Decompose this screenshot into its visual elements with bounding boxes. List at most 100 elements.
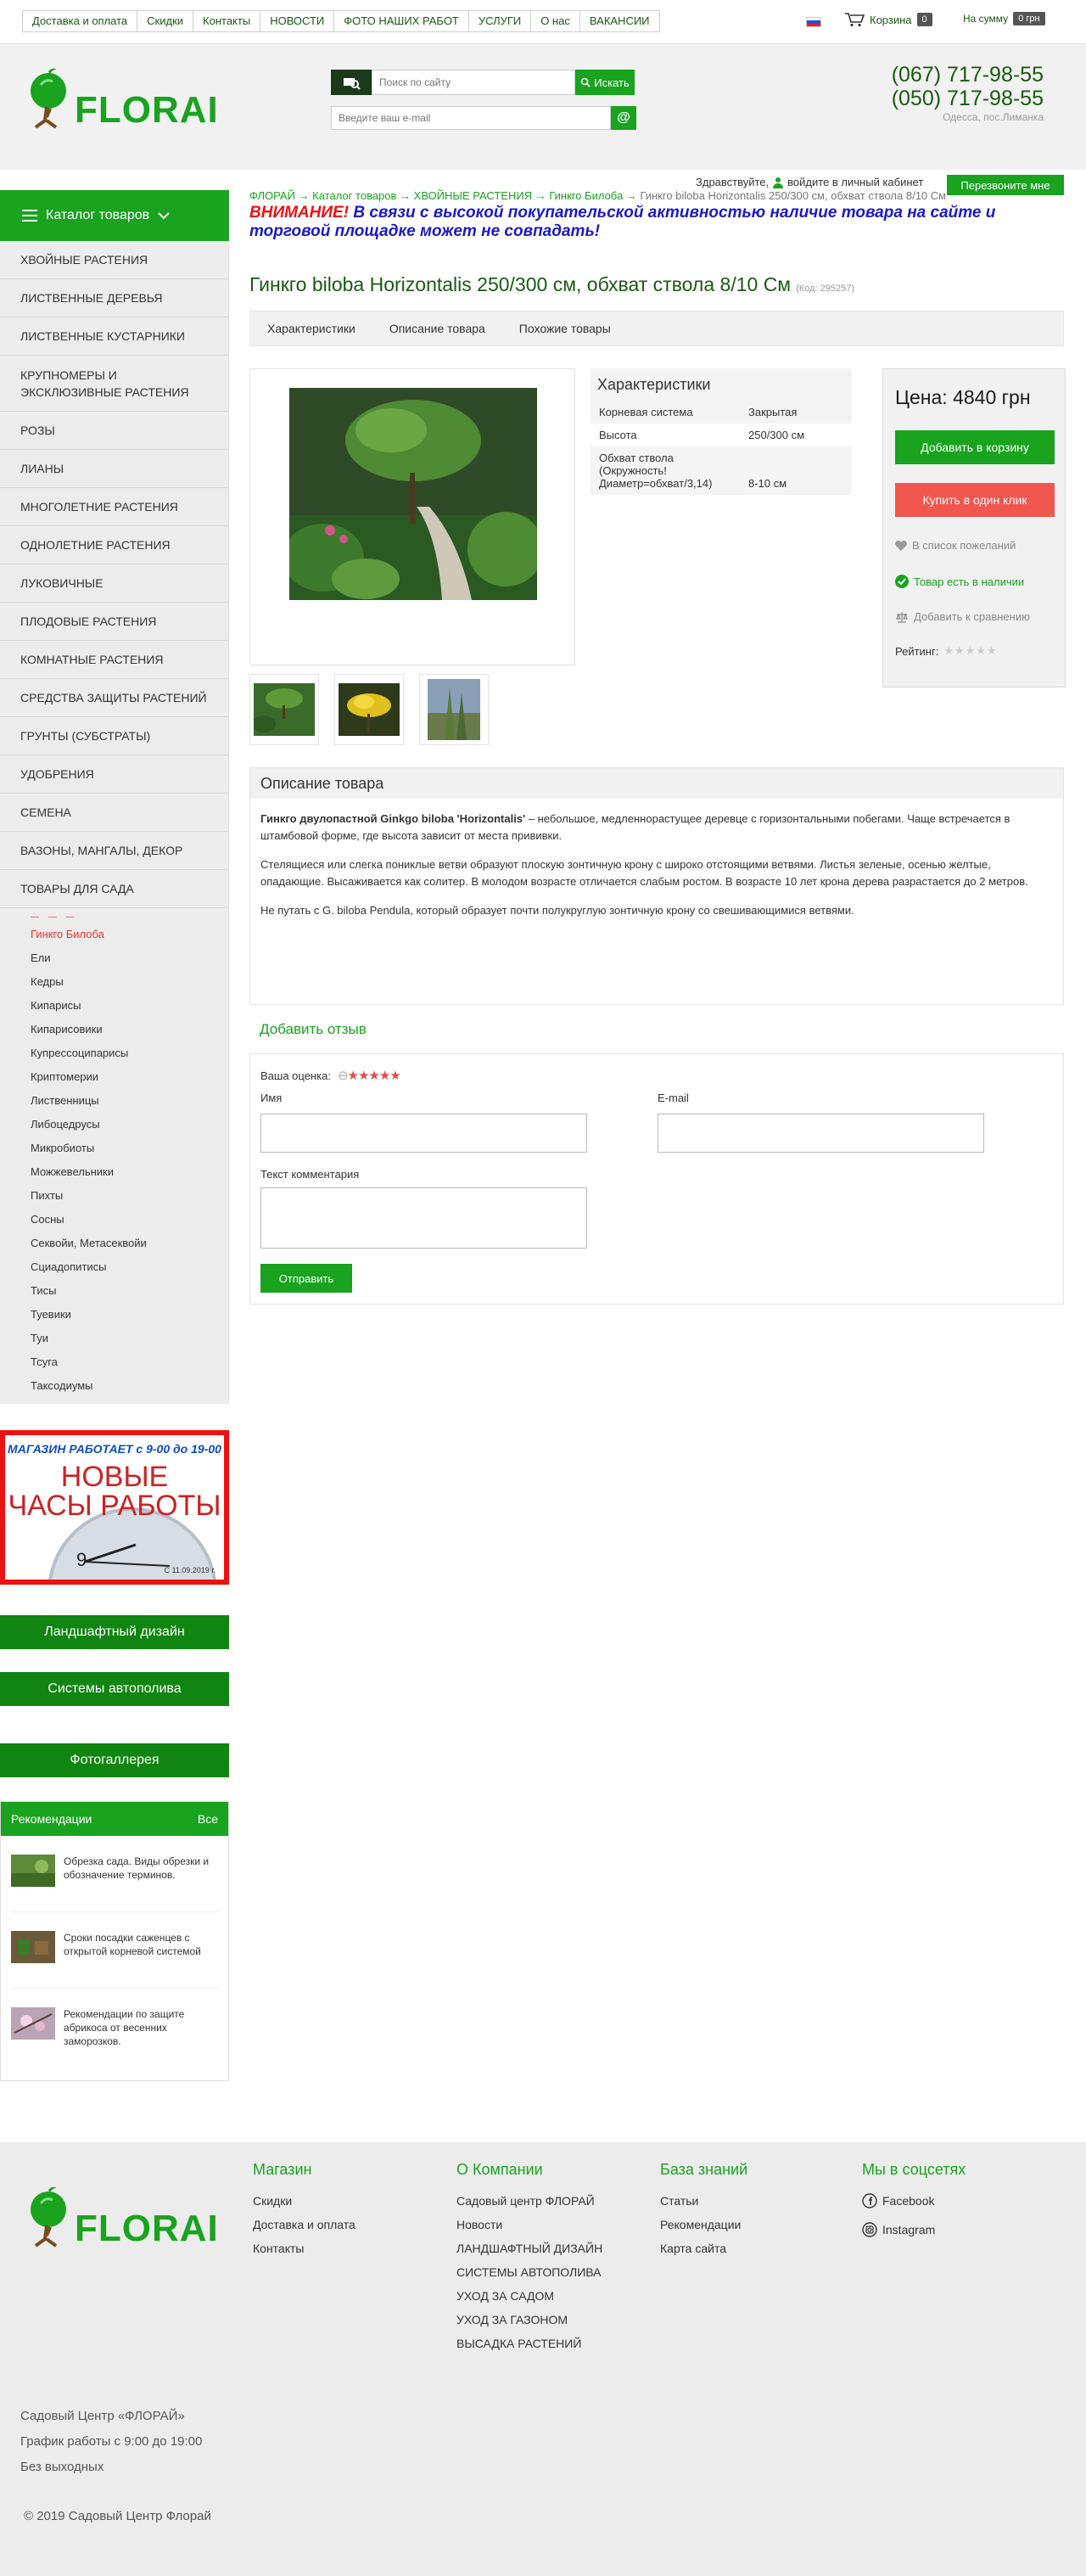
subcategory-item[interactable]: Кедры [0, 969, 228, 993]
footer-link[interactable]: ВЫСАДКА РАСТЕНИЙ [456, 2332, 602, 2355]
category-item[interactable]: Многолетние растения [0, 488, 228, 526]
subcategory-item[interactable]: Туевики [0, 1302, 228, 1326]
language-flag-icon[interactable] [806, 17, 821, 27]
subscribe-button[interactable]: @ [611, 106, 636, 130]
thumbnail[interactable] [334, 674, 404, 745]
email-field[interactable] [331, 106, 611, 130]
recommendation-item[interactable]: Рекомендации по защите абрикоса от весен… [11, 1989, 218, 2065]
add-to-cart-button[interactable]: Добавить в корзину [895, 430, 1055, 464]
thumbnail[interactable] [249, 674, 319, 745]
subcategory-item[interactable]: Туи [0, 1326, 228, 1350]
footer-link[interactable]: ЛАНДШАФТНЫЙ ДИЗАЙН [456, 2236, 602, 2260]
wishlist-link[interactable]: В список пожеланий [895, 539, 1016, 552]
tab-description[interactable]: Описание товара [372, 322, 502, 335]
category-item[interactable]: Лиственные кустарники [0, 317, 228, 356]
search-settings-icon[interactable] [331, 70, 372, 95]
category-item[interactable]: Средства защиты растений [0, 679, 228, 717]
footer-link[interactable]: Карта сайта [660, 2236, 747, 2260]
subcategory-item[interactable]: Тисы [0, 1278, 228, 1302]
subcategory-item-active[interactable]: Гинкго Билоба [0, 922, 228, 946]
subcategory-item[interactable]: Криптомерии [0, 1064, 228, 1088]
category-item[interactable]: Розы [0, 412, 228, 450]
footer-link[interactable]: Контакты [253, 2236, 355, 2260]
category-item[interactable]: Грунты (субстраты) [0, 717, 228, 755]
subcategory-item[interactable]: Купрессоципарисы [0, 1041, 228, 1064]
topnav-vacancies[interactable]: ВАКАНСИИ [579, 10, 660, 32]
facebook-link[interactable]: Facebook [862, 2189, 966, 2213]
buy-one-click-button[interactable]: Купить в один клик [895, 483, 1055, 517]
thumbnail[interactable] [419, 674, 489, 745]
phone-2[interactable]: (050) 717-98-55 [892, 87, 1044, 110]
photo-gallery-button[interactable]: Фотогаллерея [0, 1743, 229, 1777]
tab-similar[interactable]: Похожие товары [502, 322, 628, 335]
add-review-link[interactable]: Добавить отзыв [260, 1021, 367, 1038]
subcategory-item[interactable]: Кипарисы [0, 993, 228, 1017]
category-item[interactable]: Комнатные растения [0, 641, 228, 679]
subcategory-item[interactable]: Ели [0, 946, 228, 969]
footer-link[interactable]: Новости [456, 2213, 602, 2236]
breadcrumb-item[interactable]: Каталог товаров [312, 189, 396, 202]
footer-link[interactable]: УХОД ЗА ГАЗОНОМ [456, 2308, 602, 2332]
login-link[interactable]: войдите в личный кабинет [787, 176, 923, 188]
working-hours-banner[interactable]: МАГАЗИН РАБОТАЕТ с 9-00 до 19-00 9 НОВЫЕ… [0, 1430, 229, 1585]
category-item[interactable]: Лианы [0, 450, 228, 488]
subcategory-item[interactable]: Либоцедрусы [0, 1112, 228, 1136]
subcategory-item[interactable]: Микробиоты [0, 1136, 228, 1159]
name-field[interactable] [260, 1114, 587, 1153]
irrigation-button[interactable]: Системы автополива [0, 1672, 229, 1706]
subcategory-item[interactable]: Кипарисовики [0, 1017, 228, 1041]
topnav-delivery[interactable]: Доставка и оплата [22, 10, 138, 32]
category-item[interactable]: Товары для сада [0, 870, 228, 908]
footer-link[interactable]: СИСТЕМЫ АВТОПОЛИВА [456, 2260, 602, 2284]
tab-characteristics[interactable]: Характеристики [250, 322, 372, 335]
cart-link[interactable]: Корзина 0 [844, 12, 932, 27]
catalog-header[interactable]: Каталог товаров [0, 190, 229, 241]
send-review-button[interactable]: Отправить [260, 1264, 352, 1293]
category-item[interactable]: Плодовые растения [0, 603, 228, 641]
topnav-services[interactable]: УСЛУГИ [468, 10, 532, 32]
footer-link[interactable]: Доставка и оплата [253, 2213, 355, 2236]
subcategory-item[interactable]: Лиственницы [0, 1088, 228, 1112]
topnav-contacts[interactable]: Контакты [193, 10, 261, 32]
subcategory-item[interactable]: Тсуга [0, 1350, 228, 1373]
recommendation-item[interactable]: Обрезка сада. Виды обрезки и обозначение… [11, 1836, 218, 1912]
topnav-about[interactable]: О нас [531, 10, 580, 32]
footer-link[interactable]: Рекомендации [660, 2213, 747, 2236]
topnav-news[interactable]: НОВОСТИ [260, 10, 335, 32]
site-logo[interactable]: FLORAI [25, 68, 219, 129]
category-item[interactable]: Крупномеры и эксклюзивные растения [0, 356, 228, 412]
rating-stars-icon[interactable]: ⊖★★★★★ [338, 1068, 401, 1083]
search-input[interactable] [372, 70, 575, 95]
breadcrumb-item[interactable]: ХВОЙНЫЕ РАСТЕНИЯ [414, 189, 532, 202]
recommendations-all-link[interactable]: Все [198, 1812, 218, 1826]
compare-link[interactable]: Добавить к сравнению [895, 610, 1030, 623]
category-item[interactable]: Хвойные растения [0, 241, 228, 279]
category-item[interactable]: Семена [0, 794, 228, 832]
subcategory-item[interactable]: Таксодиумы [0, 1373, 228, 1397]
category-item[interactable]: Вазоны, мангалы, декор [0, 832, 228, 870]
callback-button[interactable]: Перезвоните мне [947, 175, 1064, 195]
footer-link[interactable]: Садовый центр ФЛОРАЙ [456, 2189, 602, 2213]
category-item[interactable]: Лиственные деревья [0, 279, 228, 317]
breadcrumb-item[interactable]: ФЛОРАЙ [249, 189, 295, 202]
subcategory-item[interactable]: Пихты [0, 1183, 228, 1207]
subcategory-item[interactable]: Можжевельники [0, 1159, 228, 1183]
category-item[interactable]: Луковичные [0, 564, 228, 603]
review-email-field[interactable] [658, 1114, 984, 1153]
recommendation-item[interactable]: Сроки посадки саженцев с открытой корнев… [11, 1912, 218, 1989]
footer-logo[interactable]: FLORAI [25, 2186, 219, 2248]
category-item[interactable]: Удобрения [0, 755, 228, 794]
topnav-photos[interactable]: ФОТО НАШИХ РАБОТ [334, 10, 469, 32]
instagram-link[interactable]: Instagram [862, 2218, 966, 2242]
product-main-image[interactable] [289, 388, 537, 600]
subcategory-item[interactable]: Сосны [0, 1207, 228, 1231]
category-item[interactable]: Однолетние растения [0, 526, 228, 564]
footer-link[interactable]: Скидки [253, 2189, 355, 2213]
breadcrumb-item[interactable]: Гинкго Билоба [549, 189, 623, 202]
footer-link[interactable]: Статьи [660, 2189, 747, 2213]
search-button[interactable]: Искать [575, 70, 635, 95]
footer-link[interactable]: УХОД ЗА САДОМ [456, 2284, 602, 2308]
comment-textarea[interactable] [260, 1187, 587, 1249]
rating-stars-icon[interactable]: ★★★★★ [943, 644, 997, 658]
subcategory-item[interactable]: Сциадопитисы [0, 1254, 228, 1278]
